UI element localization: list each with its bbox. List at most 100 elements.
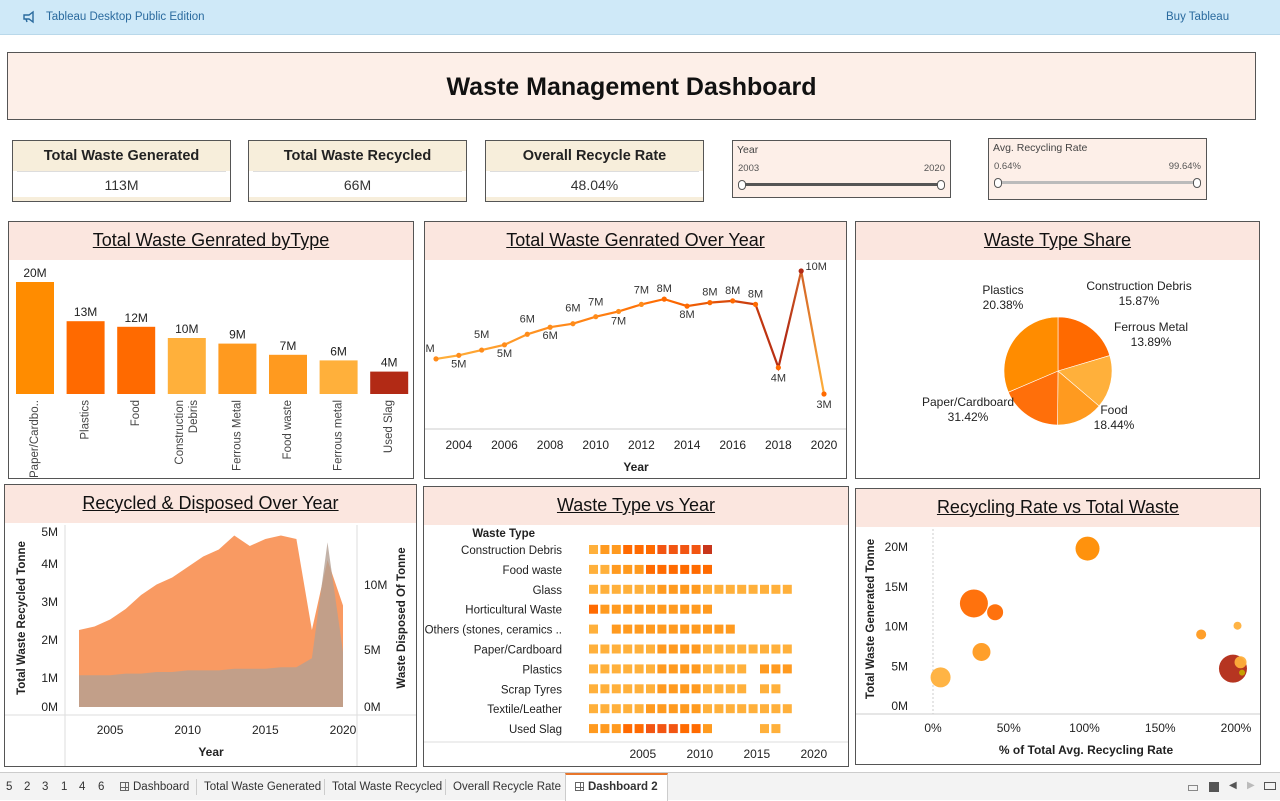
filmstrip-view-icon[interactable] — [1188, 785, 1198, 791]
previous-sheet-icon[interactable]: ◀ — [1229, 781, 1239, 791]
data-point — [638, 301, 645, 307]
heat-cell — [600, 664, 610, 674]
point-label: 5M — [474, 329, 489, 341]
heat-cell — [737, 664, 747, 674]
heat-cell — [589, 545, 598, 554]
tab-sheet-2[interactable]: 2 — [24, 773, 30, 801]
heat-cell — [725, 664, 735, 674]
year-filter[interactable]: Year 2003 2020 — [732, 140, 951, 198]
heat-cell — [646, 704, 655, 714]
heat-cell — [668, 664, 678, 674]
heat-cell — [646, 584, 655, 594]
buy-tableau-link[interactable]: Buy Tableau — [1166, 11, 1229, 23]
data-point — [798, 268, 804, 274]
year-slider-max-handle[interactable] — [937, 180, 945, 190]
tab-dashboard-2[interactable]: Dashboard 2 — [565, 773, 668, 801]
heat-cell — [725, 704, 735, 714]
bar-value-label: 6M — [330, 344, 347, 358]
kpi-total-waste-generated[interactable]: Total Waste Generated 113M — [12, 140, 231, 202]
point-label: 8M — [702, 287, 717, 299]
dashboard-title-box: Waste Management Dashboard — [7, 52, 1256, 120]
tab-overall-recycle-rate[interactable]: Overall Recycle Rate — [453, 773, 561, 801]
tab-sheet-6[interactable]: 6 — [98, 773, 104, 801]
kpi-label: Total Waste Recycled — [249, 141, 466, 171]
heat-cell — [691, 564, 701, 574]
tab-sheet-5[interactable]: 5 — [6, 773, 12, 801]
left-tick-label: 3M — [41, 595, 58, 609]
tab-sheet-1[interactable]: 1 — [61, 773, 67, 801]
heat-cell — [737, 704, 747, 714]
panel-waste-type-vs-year: Waste Type vs Year Waste Type Constructio… — [423, 486, 849, 767]
year-slider-min-handle[interactable] — [738, 180, 746, 190]
tab-sheet-4[interactable]: 4 — [79, 773, 85, 801]
presentation-mode-icon[interactable] — [1264, 782, 1276, 790]
y-tick-label: 5M — [891, 659, 908, 673]
heat-cell — [771, 704, 781, 714]
heat-cell — [634, 545, 644, 554]
heat-cell — [657, 684, 667, 694]
heat-cell — [646, 564, 655, 574]
heat-cell — [703, 684, 712, 694]
tab-view-icon[interactable] — [1209, 782, 1219, 792]
rate-slider-track[interactable] — [998, 181, 1197, 184]
x-axis-title: Year — [623, 460, 649, 474]
heat-cell — [657, 545, 667, 554]
heat-cell — [634, 624, 644, 634]
tab-total-waste-generated[interactable]: Total Waste Generated — [204, 773, 321, 801]
panel-recycled-disposed: Recycled & Disposed Over Year 0M 1M 2M 3M 4M… — [4, 484, 417, 767]
heat-cell — [589, 584, 598, 594]
tab-total-waste-recycled[interactable]: Total Waste Recycled — [332, 773, 442, 801]
right-tick-label: 5M — [364, 643, 381, 657]
category-tick-label: Ferrous Metal — [231, 400, 243, 471]
heat-cell — [589, 604, 598, 614]
heat-cell — [657, 624, 667, 634]
bar-chart: 20M Paper/Cardbo.. 13M Plastics 12M Food 10M Co… — [16, 266, 409, 478]
heat-cell — [600, 545, 610, 554]
kpi-overall-recycle-rate[interactable]: Overall Recycle Rate 48.04% — [485, 140, 704, 202]
tab-sheet-3[interactable]: 3 — [42, 773, 48, 801]
x-tick-label: 100% — [1069, 721, 1100, 735]
kpi-total-waste-recycled[interactable]: Total Waste Recycled 66M — [248, 140, 467, 202]
heat-cell — [600, 564, 610, 574]
left-tick-label: 2M — [41, 633, 58, 647]
tab-dashboard[interactable]: Dashboard — [120, 773, 189, 801]
heat-cell — [589, 644, 598, 654]
heat-cell — [703, 545, 712, 554]
scatter-point — [972, 642, 991, 661]
tab-label: Dashboard 2 — [588, 781, 658, 793]
heat-cell — [600, 644, 610, 654]
bar — [218, 343, 257, 394]
heat-cell — [782, 704, 792, 714]
bar-value-label: 10M — [175, 322, 198, 336]
heat-cell — [760, 644, 769, 654]
point-label: 7M — [588, 297, 603, 309]
heat-cell — [589, 704, 598, 714]
row-label: Others (stones, ceramics .. — [425, 625, 562, 637]
x-tick-label: 2008 — [537, 438, 564, 452]
heat-cell — [691, 545, 701, 554]
next-sheet-icon[interactable]: ▶ — [1247, 781, 1257, 791]
x-tick-label: 0% — [924, 721, 942, 735]
heat-cell — [782, 644, 792, 654]
heat-cell — [771, 724, 781, 734]
data-point — [479, 347, 485, 353]
heat-cell — [680, 664, 690, 674]
panel-waste-type-share: Waste Type Share Plastics 20.38% Construct… — [855, 221, 1260, 479]
heat-cell — [782, 584, 792, 594]
year-filter-min: 2003 — [738, 163, 760, 174]
bar — [167, 338, 206, 394]
heat-cell — [589, 684, 598, 694]
heat-cell — [646, 664, 655, 674]
heat-cell — [703, 604, 712, 614]
rate-slider-min-handle[interactable] — [994, 178, 1002, 188]
year-slider-track[interactable] — [742, 183, 941, 186]
recycling-rate-filter[interactable]: Avg. Recycling Rate 0.64% 99.64% — [988, 138, 1207, 200]
category-tick-label: Debris — [188, 400, 200, 433]
heat-cell — [600, 584, 610, 594]
data-point — [615, 308, 622, 315]
x-tick-label: 2020 — [811, 438, 838, 452]
data-point — [752, 301, 759, 307]
heat-cell — [657, 584, 667, 594]
heat-cell — [611, 564, 621, 574]
rate-slider-max-handle[interactable] — [1193, 178, 1201, 188]
